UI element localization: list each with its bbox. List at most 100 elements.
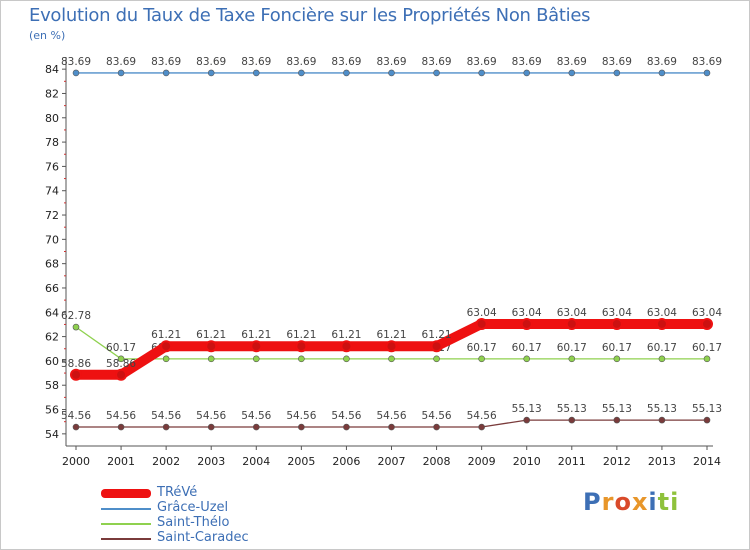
legend-swatch-grace-uzel: [101, 508, 151, 510]
data-label-saint-caradec: 54.56: [286, 410, 316, 422]
logo-letter: r: [601, 488, 615, 516]
x-tick-label: 2000: [62, 455, 90, 468]
data-label-tr-v-: 58.86: [61, 358, 91, 370]
data-point-tr-v-: [160, 340, 173, 353]
data-point-saint-th-lo: [478, 355, 485, 363]
legend-swatch-saint-thelo: [101, 523, 151, 525]
data-label-gr-ce-uzel: 83.69: [602, 56, 632, 68]
data-label-gr-ce-uzel: 83.69: [647, 56, 677, 68]
y-tick-label: 78: [45, 136, 59, 149]
x-tick-label: 2006: [332, 455, 360, 468]
data-point-tr-v-: [430, 340, 443, 353]
x-tick-label: 2001: [107, 455, 135, 468]
x-tick-label: 2003: [197, 455, 225, 468]
data-label-gr-ce-uzel: 83.69: [61, 56, 91, 68]
data-point-saint-caradec: [658, 416, 666, 424]
x-tick-label: 2007: [378, 455, 406, 468]
data-label-tr-v-: 61.21: [241, 329, 271, 341]
data-point-gr-ce-uzel: [478, 69, 485, 77]
data-point-saint-th-lo: [613, 355, 621, 363]
data-label-tr-v-: 63.04: [602, 307, 632, 319]
data-point-saint-th-lo: [162, 355, 170, 363]
x-tick-label: 2012: [603, 455, 631, 468]
proxiti-logo: Proxiti: [583, 488, 679, 516]
data-point-saint-th-lo: [207, 355, 215, 363]
data-label-saint-caradec: 54.56: [61, 410, 91, 422]
data-label-gr-ce-uzel: 83.69: [151, 56, 181, 68]
data-point-tr-v-: [701, 317, 713, 330]
data-point-saint-caradec: [433, 423, 440, 431]
data-label-gr-ce-uzel: 83.69: [692, 56, 722, 68]
data-label-gr-ce-uzel: 83.69: [106, 56, 136, 68]
data-label-saint-th-lo: 60.17: [467, 342, 497, 354]
data-label-gr-ce-uzel: 83.69: [241, 56, 271, 68]
data-point-gr-ce-uzel: [568, 69, 576, 77]
data-point-tr-v-: [295, 340, 308, 353]
data-label-saint-caradec: 54.56: [467, 410, 497, 422]
logo-letter: i: [648, 488, 658, 516]
data-point-tr-v-: [205, 340, 218, 353]
data-point-saint-th-lo: [703, 355, 711, 363]
data-label-tr-v-: 63.04: [467, 307, 497, 319]
data-point-tr-v-: [70, 368, 82, 381]
y-tick-label: 72: [45, 209, 59, 222]
data-point-saint-caradec: [523, 416, 531, 424]
data-point-saint-caradec: [703, 416, 711, 424]
data-point-tr-v-: [475, 317, 488, 330]
data-label-saint-caradec: 55.13: [512, 403, 542, 415]
data-point-saint-th-lo: [298, 355, 305, 363]
data-label-tr-v-: 61.21: [422, 329, 452, 341]
x-tick-label: 2008: [423, 455, 451, 468]
y-tick-label: 56: [45, 404, 59, 417]
legend-swatch-trevé: [101, 489, 151, 498]
y-tick-label: 68: [45, 258, 59, 271]
logo-letter: i: [670, 488, 680, 516]
y-tick-label: 54: [45, 428, 59, 441]
x-tick-label: 2002: [152, 455, 180, 468]
data-point-saint-caradec: [343, 423, 350, 431]
y-tick-label: 70: [45, 233, 59, 246]
data-point-saint-caradec: [252, 423, 260, 431]
x-tick-label: 2004: [242, 455, 270, 468]
data-point-tr-v-: [565, 317, 578, 330]
data-point-saint-th-lo: [388, 355, 395, 363]
data-label-gr-ce-uzel: 83.69: [196, 56, 226, 68]
data-label-saint-th-lo: 60.17: [602, 342, 632, 354]
data-label-saint-caradec: 55.13: [647, 403, 677, 415]
data-label-gr-ce-uzel: 83.69: [422, 56, 452, 68]
data-label-tr-v-: 61.21: [151, 329, 181, 341]
legend-label-trevé: TRéVé: [157, 485, 198, 500]
line-chart: 54 56 58 60 62 64 66 68 70 72 74 76 78 80 82 84 2000 2001…: [45, 56, 722, 468]
legend-swatch-saint-caradec: [101, 538, 151, 540]
data-point-saint-th-lo: [343, 355, 350, 363]
data-label-tr-v-: 63.04: [512, 307, 542, 319]
y-tick-label: 82: [45, 87, 59, 100]
data-point-tr-v-: [385, 340, 398, 353]
logo-letter: t: [657, 488, 671, 516]
data-point-saint-caradec: [298, 423, 305, 431]
data-point-gr-ce-uzel: [298, 69, 305, 77]
data-label-gr-ce-uzel: 83.69: [331, 56, 361, 68]
data-point-gr-ce-uzel: [613, 69, 621, 77]
data-point-saint-th-lo: [433, 355, 440, 363]
data-label-tr-v-: 61.21: [196, 329, 226, 341]
data-point-gr-ce-uzel: [207, 69, 215, 77]
y-tick-label: 76: [45, 160, 59, 173]
data-point-saint-caradec: [207, 423, 215, 431]
data-label-tr-v-: 61.21: [376, 329, 406, 341]
data-label-saint-caradec: 54.56: [331, 410, 361, 422]
data-point-tr-v-: [655, 317, 668, 330]
x-tick-label: 2005: [287, 455, 315, 468]
logo-letter: x: [631, 488, 649, 516]
x-tick-label: 2011: [558, 455, 586, 468]
data-point-saint-th-lo: [523, 355, 531, 363]
y-tick-label: 74: [45, 185, 59, 198]
chart-frame: Evolution du Taux de Taxe Foncière sur l…: [0, 0, 750, 550]
data-point-gr-ce-uzel: [523, 69, 531, 77]
y-tick-label: 84: [45, 63, 59, 76]
data-label-saint-th-lo: 60.17: [557, 342, 587, 354]
data-label-gr-ce-uzel: 83.69: [286, 56, 316, 68]
y-tick-label: 64: [45, 306, 59, 319]
data-point-tr-v-: [340, 340, 353, 353]
y-tick-label: 58: [45, 379, 59, 392]
